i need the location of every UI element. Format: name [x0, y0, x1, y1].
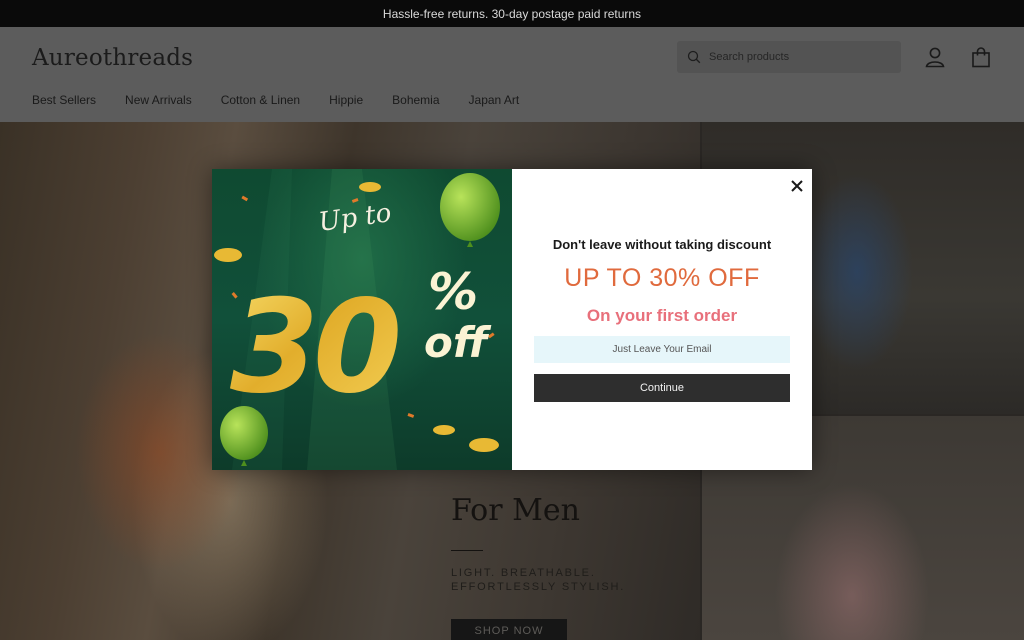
coin-icon: [433, 425, 455, 435]
hero-tagline-line2: EFFORTLESSLY STYLISH.: [451, 581, 626, 593]
announcement-bar: Hassle-free returns. 30-day postage paid…: [0, 0, 1024, 27]
promo-image: Up to 30 % off: [212, 169, 512, 470]
modal-offer: UP TO 30% OFF: [564, 264, 760, 292]
close-icon[interactable]: [788, 177, 806, 195]
promo-number: 30: [230, 273, 398, 422]
balloon-knot: [467, 241, 473, 247]
search-box[interactable]: [677, 41, 901, 73]
page: Hassle-free returns. 30-day postage paid…: [0, 0, 1024, 640]
nav-item-japan-art[interactable]: Japan Art: [469, 93, 520, 107]
site-logo[interactable]: Aureothreads: [32, 45, 193, 71]
promo-graphic: Up to 30 % off: [214, 169, 500, 470]
continue-button[interactable]: Continue: [534, 374, 790, 402]
promo-off: off: [424, 318, 492, 367]
main-nav: Best Sellers New Arrivals Cotton & Linen…: [32, 93, 548, 107]
promo-up-to: Up to: [317, 198, 393, 238]
hero-tagline: LIGHT. BREATHABLE. EFFORTLESSLY STYLISH.: [451, 566, 625, 594]
coin-icon: [469, 438, 499, 452]
nav-item-bohemia[interactable]: Bohemia: [392, 93, 439, 107]
confetti: [241, 195, 249, 202]
announcement-text: Hassle-free returns. 30-day postage paid…: [382, 6, 642, 21]
search-input[interactable]: [709, 51, 879, 63]
modal-subheading: On your first order: [586, 306, 738, 325]
promo-percent: %: [428, 263, 478, 321]
hero-title: For Men: [451, 493, 580, 528]
hero-divider-rule: [451, 550, 483, 551]
cart-icon[interactable]: [968, 44, 994, 70]
email-field[interactable]: [534, 336, 790, 363]
search-icon: [687, 50, 701, 64]
discount-modal: Up to 30 % off Don't leave without takin…: [212, 169, 812, 470]
nav-item-best-sellers[interactable]: Best Sellers: [32, 93, 96, 107]
nav-item-new-arrivals[interactable]: New Arrivals: [125, 93, 192, 107]
account-icon[interactable]: [922, 44, 948, 70]
shop-now-button[interactable]: SHOP NOW: [451, 619, 567, 640]
modal-heading: Don't leave without taking discount: [552, 237, 772, 252]
hero-tagline-line1: LIGHT. BREATHABLE.: [451, 567, 596, 579]
nav-item-hippie[interactable]: Hippie: [329, 93, 363, 107]
coin-icon: [214, 248, 242, 262]
confetti: [407, 413, 415, 418]
site-header: Aureothreads Best Sellers New Arrivals C…: [0, 27, 1024, 122]
coin-icon: [359, 182, 381, 192]
nav-item-cotton-linen[interactable]: Cotton & Linen: [221, 93, 300, 107]
confetti: [487, 332, 495, 339]
balloon-icon: [440, 173, 500, 241]
